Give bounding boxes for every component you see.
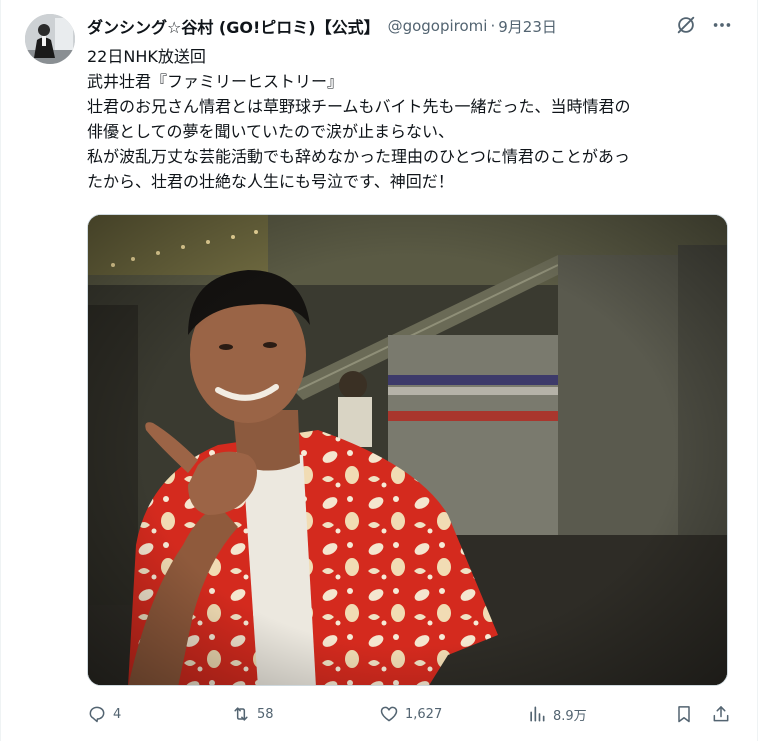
bar-chart-icon <box>530 706 545 722</box>
post-card: ダンシング☆谷村 (GO!ピロミ)【公式】 @gogopiromi · 9月23… <box>0 0 758 741</box>
views-button[interactable]: 8.9万 <box>527 704 587 724</box>
bookmark-button[interactable] <box>674 704 694 724</box>
slash-circle-icon[interactable] <box>675 14 697 36</box>
reply-button[interactable]: 4 <box>87 704 121 724</box>
reply-count: 4 <box>113 706 122 722</box>
share-button[interactable] <box>711 704 731 724</box>
post-text-line: 武井壮君『ファミリーヒストリー』 <box>87 72 344 91</box>
post-text-line: 壮君のお兄さん情君とは草野球チームもバイト先も一緒だった、当時情君の <box>87 97 631 116</box>
post-header: ダンシング☆谷村 (GO!ピロミ)【公式】 @gogopiromi · 9月23… <box>87 14 557 38</box>
share-icon <box>713 706 729 722</box>
like-button[interactable]: 1,627 <box>379 704 442 724</box>
author-handle[interactable]: @gogopiromi <box>388 17 488 35</box>
like-count: 1,627 <box>405 706 443 722</box>
reply-icon <box>89 706 105 723</box>
post-top-actions <box>675 14 733 36</box>
post-action-bar: 4 58 1,627 8.9万 <box>87 704 733 728</box>
more-dots-icon[interactable] <box>711 14 733 36</box>
repost-button[interactable]: 58 <box>231 704 274 724</box>
author-display-name[interactable]: ダンシング☆谷村 (GO!ピロミ)【公式】 <box>87 14 380 38</box>
avatar-image <box>25 14 75 64</box>
views-count: 8.9万 <box>553 708 587 724</box>
post-text-line: 俳優としての夢を聞いていたので涙が止まらない、 <box>87 122 455 141</box>
bookmark-icon <box>678 706 690 723</box>
post-text: 22日NHK放送回 武井壮君『ファミリーヒストリー』 壮君のお兄さん情君とは草野… <box>87 44 737 194</box>
header-separator: · <box>490 17 496 35</box>
heart-icon <box>380 706 398 722</box>
repost-icon <box>234 707 248 721</box>
repost-count: 58 <box>257 706 274 722</box>
post-text-line: たから、壮君の壮絶な人生にも号泣です、神回だ！ <box>87 172 454 191</box>
post-photo[interactable] <box>87 214 728 686</box>
post-timestamp[interactable]: 9月23日 <box>498 16 557 37</box>
post-text-line: 22日NHK放送回 <box>87 47 206 66</box>
avatar[interactable] <box>25 14 75 64</box>
post-text-line: 私が波乱万丈な芸能活動でも辞めなかった理由のひとつに情君のことがあっ <box>87 147 630 166</box>
photo-image <box>88 215 727 685</box>
